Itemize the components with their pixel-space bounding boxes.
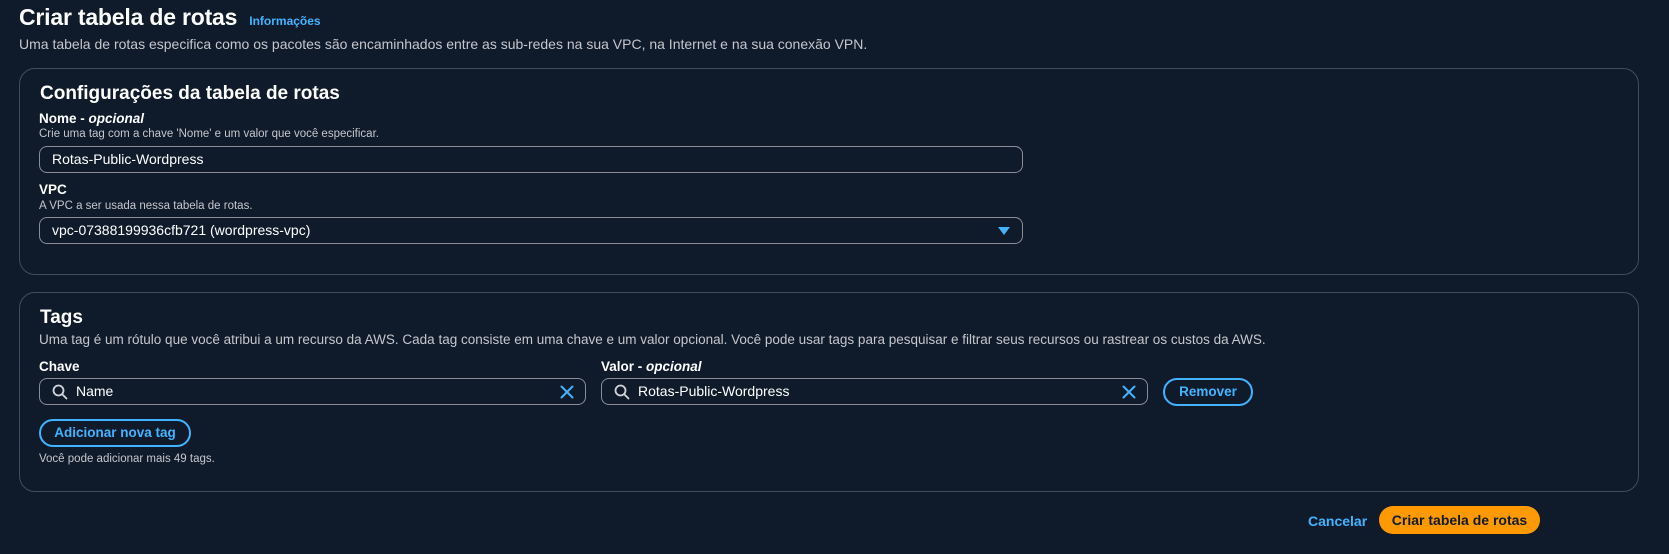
name-label-text: Nome -: [39, 111, 89, 126]
settings-panel-title: Configurações da tabela de rotas: [40, 83, 340, 104]
tags-panel: Tags Uma tag é um rótulo que você atribu…: [19, 292, 1639, 492]
page: Criar tabela de rotas Informações Uma ta…: [0, 0, 1669, 554]
page-title: Criar tabela de rotas: [19, 4, 238, 30]
info-link[interactable]: Informações: [249, 14, 320, 28]
cancel-button[interactable]: Cancelar: [1308, 513, 1367, 529]
name-field-label: Nome - opcional: [39, 111, 144, 126]
vpc-field-hint: A VPC a ser usada nessa tabela de rotas.: [39, 200, 253, 212]
page-description: Uma tabela de rotas especifica como os p…: [19, 36, 868, 52]
tags-panel-title: Tags: [40, 307, 83, 328]
remove-tag-button[interactable]: Remover: [1163, 378, 1253, 406]
tag-key-label: Chave: [39, 359, 80, 374]
tag-value-label: Valor - opcional: [601, 359, 702, 374]
vpc-select[interactable]: vpc-07388199936cfb721 (wordpress-vpc): [39, 217, 1023, 244]
tag-key-input[interactable]: Name: [39, 378, 586, 405]
tag-value-label-text: Valor -: [601, 359, 647, 374]
name-input-value: Rotas-Public-Wordpress: [52, 151, 204, 167]
close-icon[interactable]: [1121, 384, 1137, 400]
create-route-table-button[interactable]: Criar tabela de rotas: [1379, 506, 1540, 534]
vpc-field-label: VPC: [39, 182, 67, 197]
caret-down-icon: [998, 227, 1010, 235]
name-field-hint: Crie uma tag com a chave 'Nome' e um val…: [39, 128, 379, 140]
name-optional-text: opcional: [88, 111, 145, 126]
page-header: Criar tabela de rotas Informações Uma ta…: [19, 4, 867, 52]
name-input[interactable]: Rotas-Public-Wordpress: [39, 146, 1023, 173]
tags-remaining-hint: Você pode adicionar mais 49 tags.: [39, 453, 215, 465]
tag-value-input[interactable]: Rotas-Public-Wordpress: [601, 378, 1148, 405]
search-icon: [614, 384, 630, 400]
route-table-settings-panel: Configurações da tabela de rotas Nome - …: [19, 68, 1639, 275]
tag-value-optional-text: opcional: [646, 359, 702, 374]
close-icon[interactable]: [559, 384, 575, 400]
title-row: Criar tabela de rotas Informações: [19, 4, 867, 31]
tag-key-value: Name: [76, 383, 114, 399]
vpc-select-value: vpc-07388199936cfb721 (wordpress-vpc): [52, 222, 311, 238]
tags-description: Uma tag é um rótulo que você atribui a u…: [39, 332, 1266, 347]
search-icon: [52, 384, 68, 400]
add-tag-button[interactable]: Adicionar nova tag: [39, 419, 191, 447]
tag-value-value: Rotas-Public-Wordpress: [638, 383, 790, 399]
